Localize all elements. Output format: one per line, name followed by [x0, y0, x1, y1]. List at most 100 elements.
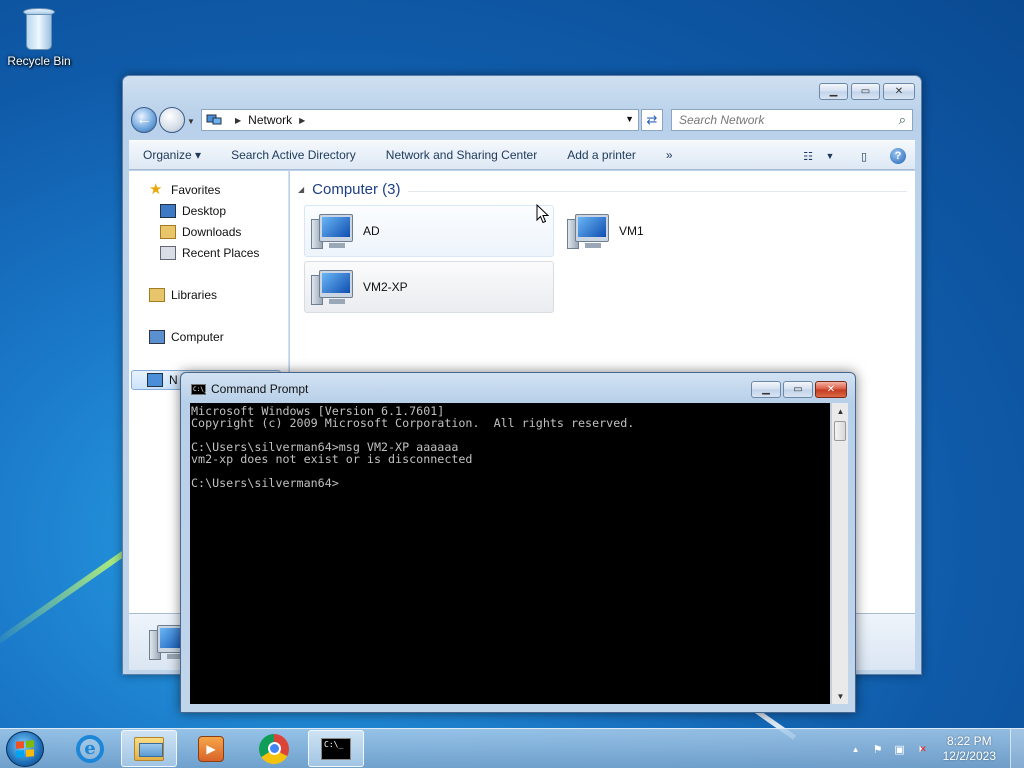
- libraries-icon: [149, 288, 165, 302]
- command-prompt-window[interactable]: C:\_ Command Prompt ▁ ▭ ✕ Microsoft Wind…: [180, 372, 856, 713]
- nav-downloads[interactable]: Downloads: [160, 225, 241, 239]
- windows-logo-icon: [16, 740, 34, 758]
- command-bar: Organize ▾ Search Active Directory Netwo…: [129, 140, 915, 170]
- breadcrumb-arrow-icon[interactable]: ▶: [235, 116, 241, 125]
- taskbar: e ▶ C:\_ ▲ ⚑ ▣ 🕨 ✕ 8:22 PM 12/2/2023: [0, 728, 1024, 768]
- search-icon[interactable]: ⌕: [899, 112, 906, 128]
- star-icon: ★: [149, 181, 163, 198]
- clock-date: 12/2/2023: [942, 749, 996, 763]
- minimize-button[interactable]: ▁: [819, 83, 848, 100]
- system-tray: ▲ ⚑ ▣ 🕨 ✕ 8:22 PM 12/2/2023: [845, 729, 1024, 768]
- windows-media-player-icon: ▶: [198, 735, 224, 762]
- forward-button[interactable]: →: [159, 107, 185, 133]
- back-button[interactable]: ←: [131, 107, 157, 133]
- downloads-folder-icon: [160, 225, 176, 239]
- scroll-down-arrow-icon[interactable]: ▼: [832, 688, 849, 704]
- nav-recent-places[interactable]: Recent Places: [160, 246, 259, 260]
- console-line: vm2-xp does not exist or is disconnected: [191, 452, 473, 466]
- chrome-icon: [259, 733, 289, 764]
- recycle-bin-icon: [21, 6, 57, 52]
- refresh-button[interactable]: ⇄: [641, 109, 663, 131]
- cmd-titlebar: C:\_ Command Prompt: [191, 382, 308, 396]
- nav-libraries[interactable]: Libraries: [149, 288, 217, 302]
- collapse-triangle-icon[interactable]: ◢: [298, 185, 304, 194]
- change-view-icon[interactable]: ☷: [799, 148, 817, 164]
- show-desktop-button[interactable]: [1010, 729, 1024, 768]
- search-active-directory-button[interactable]: Search Active Directory: [216, 148, 371, 162]
- nav-label: Recent Places: [182, 246, 260, 260]
- view-dropdown-icon[interactable]: ▼: [825, 148, 835, 164]
- volume-muted-icon[interactable]: 🕨 ✕: [914, 741, 930, 757]
- close-button[interactable]: ✕: [883, 83, 915, 100]
- vertical-scrollbar[interactable]: ▲ ▼: [831, 403, 848, 704]
- search-input[interactable]: Search Network ⌕: [671, 109, 913, 131]
- group-header[interactable]: ◢ Computer (3): [298, 181, 401, 198]
- search-placeholder: Search Network: [679, 113, 765, 127]
- more-commands-button[interactable]: »: [651, 148, 688, 162]
- taskbar-chrome[interactable]: [246, 730, 302, 767]
- address-row: ← → ▼ ▶ Network ▶ ▼ ⇄ Search Network ⌕: [129, 106, 913, 134]
- taskbar-media-player[interactable]: ▶: [183, 730, 239, 767]
- preview-pane-icon[interactable]: ▯: [855, 148, 873, 164]
- console-output[interactable]: Microsoft Windows [Version 6.1.7601] Copy…: [190, 403, 830, 704]
- computer-icon: [309, 211, 355, 251]
- computer-icon: [309, 267, 355, 307]
- clock[interactable]: 8:22 PM 12/2/2023: [943, 734, 996, 764]
- windows-explorer-icon: [134, 736, 164, 761]
- command-prompt-icon: C:\_: [191, 383, 208, 395]
- close-button[interactable]: ✕: [815, 381, 847, 398]
- taskbar-internet-explorer[interactable]: e: [62, 730, 118, 767]
- maximize-button[interactable]: ▭: [851, 83, 880, 100]
- start-button[interactable]: [6, 731, 44, 767]
- console-line: Copyright (c) 2009 Microsoft Corporation…: [191, 416, 635, 430]
- help-icon: ?: [890, 148, 906, 164]
- desktop-icon-recycle-bin[interactable]: Recycle Bin: [6, 6, 72, 68]
- recent-pages-dropdown[interactable]: ▼: [187, 117, 195, 126]
- group-title: Computer (3): [312, 181, 401, 198]
- nav-label: Favorites: [171, 183, 221, 197]
- address-dropdown-icon[interactable]: ▼: [625, 114, 634, 124]
- console-prompt: C:\Users\silverman64>: [191, 476, 339, 490]
- window-controls: ▁ ▭ ✕: [751, 381, 847, 398]
- network-status-icon[interactable]: ▣: [892, 741, 908, 757]
- network-icon: [206, 114, 222, 125]
- minimize-button[interactable]: ▁: [751, 381, 781, 398]
- computer-tile-vm1[interactable]: VM1: [560, 205, 810, 257]
- nav-desktop[interactable]: Desktop: [160, 204, 226, 218]
- nav-computer[interactable]: Computer: [149, 330, 224, 344]
- computer-icon: [149, 330, 165, 344]
- address-bar[interactable]: ▶ Network ▶ ▼: [201, 109, 639, 131]
- breadcrumb-arrow-icon[interactable]: ▶: [299, 116, 305, 125]
- internet-explorer-icon: e: [76, 734, 104, 763]
- network-icon: [147, 373, 163, 387]
- taskbar-command-prompt[interactable]: C:\_: [308, 730, 364, 767]
- organize-button[interactable]: Organize ▾: [129, 148, 216, 162]
- network-sharing-center-button[interactable]: Network and Sharing Center: [371, 148, 552, 162]
- nav-label: Libraries: [171, 288, 218, 302]
- computer-name: AD: [363, 224, 380, 238]
- nav-label: Desktop: [182, 204, 227, 218]
- computer-tile-ad[interactable]: AD: [304, 205, 554, 257]
- show-hidden-icons-arrow-icon[interactable]: ▲: [848, 741, 864, 757]
- group-divider: [408, 191, 907, 192]
- add-printer-button[interactable]: Add a printer: [552, 148, 651, 162]
- computer-icon: [565, 211, 611, 251]
- breadcrumb-network[interactable]: Network: [248, 113, 292, 127]
- nav-favorites[interactable]: ★ Favorites: [149, 181, 221, 198]
- window-controls: ▁ ▭ ✕: [819, 83, 915, 100]
- scroll-up-arrow-icon[interactable]: ▲: [832, 403, 849, 419]
- mouse-cursor-icon: [536, 204, 549, 224]
- nav-label: Computer: [171, 330, 224, 344]
- clock-time: 8:22 PM: [946, 734, 992, 748]
- cmd-title: Command Prompt: [211, 382, 309, 396]
- action-center-flag-icon[interactable]: ⚑: [870, 741, 886, 757]
- nav-label: Downloads: [182, 225, 242, 239]
- computer-name: VM1: [619, 224, 644, 238]
- scroll-thumb[interactable]: [834, 421, 846, 441]
- recent-places-icon: [160, 246, 176, 260]
- taskbar-windows-explorer[interactable]: [121, 730, 177, 767]
- help-button[interactable]: ?: [889, 148, 907, 164]
- computer-tile-vm2-xp[interactable]: VM2-XP: [304, 261, 554, 313]
- computer-name: VM2-XP: [363, 280, 408, 294]
- maximize-button[interactable]: ▭: [783, 381, 813, 398]
